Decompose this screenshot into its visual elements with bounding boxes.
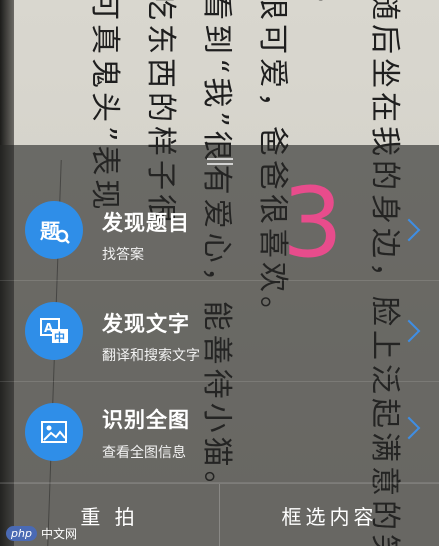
- svg-text:中: 中: [54, 330, 65, 344]
- book-text-line: 。: [310, 0, 345, 24]
- select-content-button[interactable]: 框选内容: [220, 484, 439, 546]
- option-recognize-image[interactable]: 识别全图 查看全图信息: [0, 382, 439, 483]
- watermark-text: 中文网: [40, 527, 77, 541]
- question-search-icon: 题: [25, 201, 83, 259]
- option-find-text[interactable]: A 中 发现文字 翻译和搜索文字: [0, 281, 439, 382]
- chevron-right-icon: [397, 218, 421, 242]
- image-recognize-icon: [25, 403, 83, 461]
- option-title: 识别全图: [102, 408, 190, 432]
- option-subtitle: 翻译和搜索文字: [102, 348, 200, 364]
- option-find-question[interactable]: 题 发现题目 找答案: [0, 180, 439, 281]
- option-title: 发现文字: [102, 312, 190, 336]
- camera-preview: 随后坐在我的身边，脸上泛起满意的笑 。 很可爱，爸爸很喜欢。 看到“我”很有爱心…: [0, 0, 439, 546]
- action-sheet: 题 发现题目 找答案 A 中 发现文字 翻译和搜索文字 识别全图 查看全图信息 …: [0, 145, 439, 546]
- chevron-right-icon: [397, 319, 421, 343]
- option-subtitle: 查看全图信息: [102, 445, 186, 461]
- option-title: 发现题目: [102, 211, 190, 235]
- chevron-right-icon: [397, 416, 421, 440]
- countdown-number: 3: [282, 167, 344, 279]
- watermark-badge: php: [6, 526, 37, 541]
- watermark: php 中文网: [6, 525, 77, 542]
- drag-handle[interactable]: [206, 155, 233, 168]
- option-subtitle: 找答案: [102, 247, 144, 263]
- translate-icon: A 中: [25, 302, 83, 360]
